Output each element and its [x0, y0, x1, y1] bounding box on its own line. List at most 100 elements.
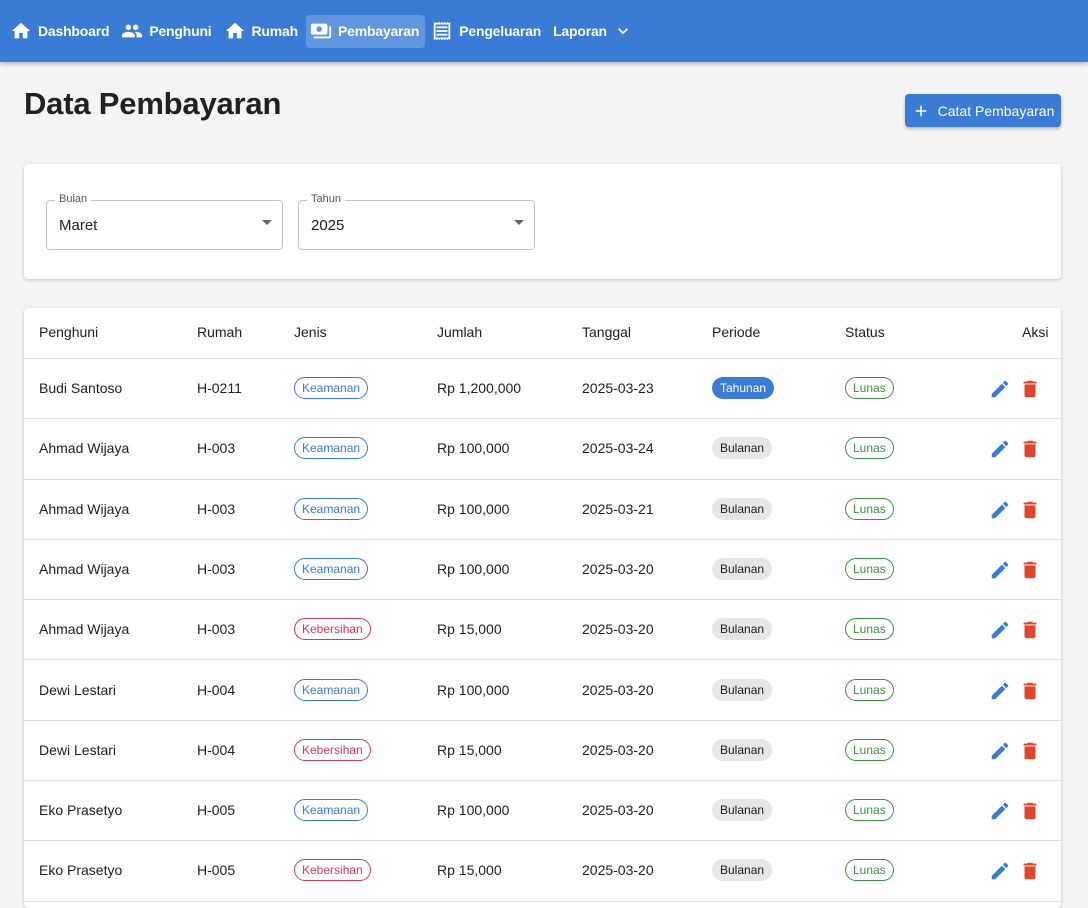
cell-penghuni: Eko Prasetyo — [39, 802, 123, 819]
periode-chip: Bulanan — [712, 738, 773, 761]
cell-tanggal: 2025-03-21 — [582, 500, 654, 517]
payments-icon — [310, 23, 332, 39]
edit-icon[interactable] — [989, 438, 1011, 460]
dropdown-arrow-icon — [514, 220, 524, 225]
edit-icon[interactable] — [989, 378, 1011, 400]
page-title: Data Pembayaran — [24, 86, 282, 121]
status-chip: Lunas — [845, 738, 894, 761]
cell-penghuni: Dewi Lestari — [39, 741, 117, 758]
delete-icon[interactable] — [1019, 559, 1041, 581]
edit-icon[interactable] — [989, 559, 1011, 581]
nav-laporan[interactable]: Laporan — [549, 15, 639, 48]
plus-icon — [915, 105, 926, 116]
header-periode: Periode — [712, 324, 761, 340]
edit-icon[interactable] — [989, 680, 1011, 702]
payments-table: Penghuni Rumah Jenis Jumlah Tanggal Peri… — [24, 308, 1061, 908]
table-row: Dewi Lestari H-004 Keamanan Rp 100,000 2025-… — [24, 661, 1061, 721]
nav-pengeluaran-label: Pengeluaran — [459, 23, 542, 39]
month-select-value: Maret — [59, 217, 98, 234]
header-jumlah: Jumlah — [437, 324, 483, 340]
cell-rumah: H-003 — [197, 621, 236, 638]
catat-pembayaran-button[interactable]: Catat Pembayaran — [905, 94, 1061, 127]
chevron-down-icon — [617, 28, 628, 35]
delete-icon[interactable] — [1019, 619, 1041, 641]
delete-icon[interactable] — [1019, 680, 1041, 702]
delete-icon[interactable] — [1019, 740, 1041, 762]
jenis-chip: Keamanan — [294, 557, 369, 580]
status-chip: Lunas — [845, 618, 894, 641]
filter-card: Bulan Maret Tahun 2025 — [24, 164, 1061, 279]
nav-pembayaran-label: Pembayaran — [337, 23, 420, 39]
month-select[interactable]: Bulan Maret — [46, 193, 283, 250]
year-select-value: 2025 — [311, 217, 345, 234]
nav-pengeluaran[interactable]: Pengeluaran — [427, 15, 547, 48]
header-aksi: Aksi — [1022, 324, 1049, 340]
jenis-chip: Keamanan — [294, 437, 369, 460]
nav-penghuni[interactable]: Penghuni — [117, 15, 217, 48]
table-row: Budi Santoso H-0211 Keamanan Rp 1,200,000 20… — [24, 359, 1061, 420]
cell-jumlah: Rp 15,000 — [437, 741, 502, 758]
cell-rumah: H-004 — [197, 681, 236, 698]
edit-icon[interactable] — [989, 860, 1011, 882]
delete-icon[interactable] — [1019, 378, 1041, 400]
cell-tanggal: 2025-03-20 — [582, 862, 654, 879]
periode-chip: Bulanan — [712, 437, 773, 460]
catat-pembayaran-label: Catat Pembayaran — [937, 102, 1055, 119]
cell-jumlah: Rp 100,000 — [437, 560, 510, 577]
header-status: Status — [845, 324, 885, 340]
cell-tanggal: 2025-03-24 — [582, 440, 654, 457]
cell-tanggal: 2025-03-23 — [582, 380, 654, 396]
cell-penghuni: Dewi Lestari — [39, 681, 117, 698]
nav-laporan-label: Laporan — [553, 23, 607, 39]
nav-rumah[interactable]: Rumah — [220, 15, 304, 48]
cell-penghuni: Ahmad Wijaya — [39, 560, 130, 577]
periode-chip: Bulanan — [712, 497, 773, 520]
delete-icon[interactable] — [1019, 860, 1041, 882]
table-row: Ahmad Wijaya H-003 Keamanan Rp 100,000 2025-… — [24, 480, 1061, 540]
jenis-chip: Keamanan — [294, 377, 369, 399]
edit-icon[interactable] — [989, 740, 1011, 762]
cell-penghuni: Ahmad Wijaya — [39, 440, 130, 457]
nav-dashboard[interactable]: Dashboard — [6, 15, 115, 48]
cell-rumah: H-005 — [197, 802, 236, 819]
jenis-chip: Keamanan — [294, 678, 369, 701]
status-chip: Lunas — [845, 678, 894, 701]
table-row: Eko Prasetyo H-005 Keamanan Rp 100,000 2025-… — [24, 781, 1061, 842]
cell-jumlah: Rp 100,000 — [437, 500, 510, 517]
delete-icon[interactable] — [1019, 499, 1041, 521]
jenis-chip: Keamanan — [294, 497, 369, 520]
nav-pembayaran[interactable]: Pembayaran — [305, 14, 426, 48]
cell-rumah: H-0211 — [197, 380, 242, 396]
status-chip: Lunas — [845, 497, 894, 520]
jenis-chip: Kebersihan — [294, 618, 371, 641]
nav-rumah-label: Rumah — [251, 23, 299, 39]
cell-tanggal: 2025-03-20 — [582, 621, 654, 638]
cell-tanggal: 2025-03-20 — [582, 802, 654, 819]
periode-chip: Bulanan — [712, 557, 773, 580]
cell-penghuni: Ahmad Wijaya — [39, 621, 130, 638]
cell-jumlah: Rp 100,000 — [437, 681, 510, 698]
jenis-chip: Keamanan — [294, 799, 369, 822]
cell-penghuni: Budi Santoso — [39, 380, 123, 396]
dropdown-arrow-icon — [262, 220, 272, 225]
header-penghuni: Penghuni — [39, 324, 99, 340]
table-row: Ahmad Wijaya H-003 Keamanan Rp 100,000 2025-… — [24, 540, 1061, 601]
year-select[interactable]: Tahun 2025 — [298, 193, 535, 250]
header-rumah: Rumah — [197, 324, 243, 340]
cell-rumah: H-003 — [197, 560, 236, 577]
delete-icon[interactable] — [1019, 800, 1041, 822]
cell-jumlah: Rp 15,000 — [437, 621, 502, 638]
cell-jumlah: Rp 1,200,000 — [437, 380, 522, 396]
month-select-label: Bulan — [55, 193, 92, 205]
cell-penghuni: Eko Prasetyo — [39, 862, 123, 879]
delete-icon[interactable] — [1019, 438, 1041, 460]
home-icon — [11, 22, 31, 39]
periode-chip: Bulanan — [712, 678, 773, 701]
edit-icon[interactable] — [989, 619, 1011, 641]
edit-icon[interactable] — [989, 800, 1011, 822]
status-chip: Lunas — [845, 859, 894, 882]
year-select-label: Tahun — [307, 193, 345, 205]
edit-icon[interactable] — [989, 499, 1011, 521]
periode-chip: Tahunan — [712, 377, 775, 399]
cell-tanggal: 2025-03-20 — [582, 560, 654, 577]
